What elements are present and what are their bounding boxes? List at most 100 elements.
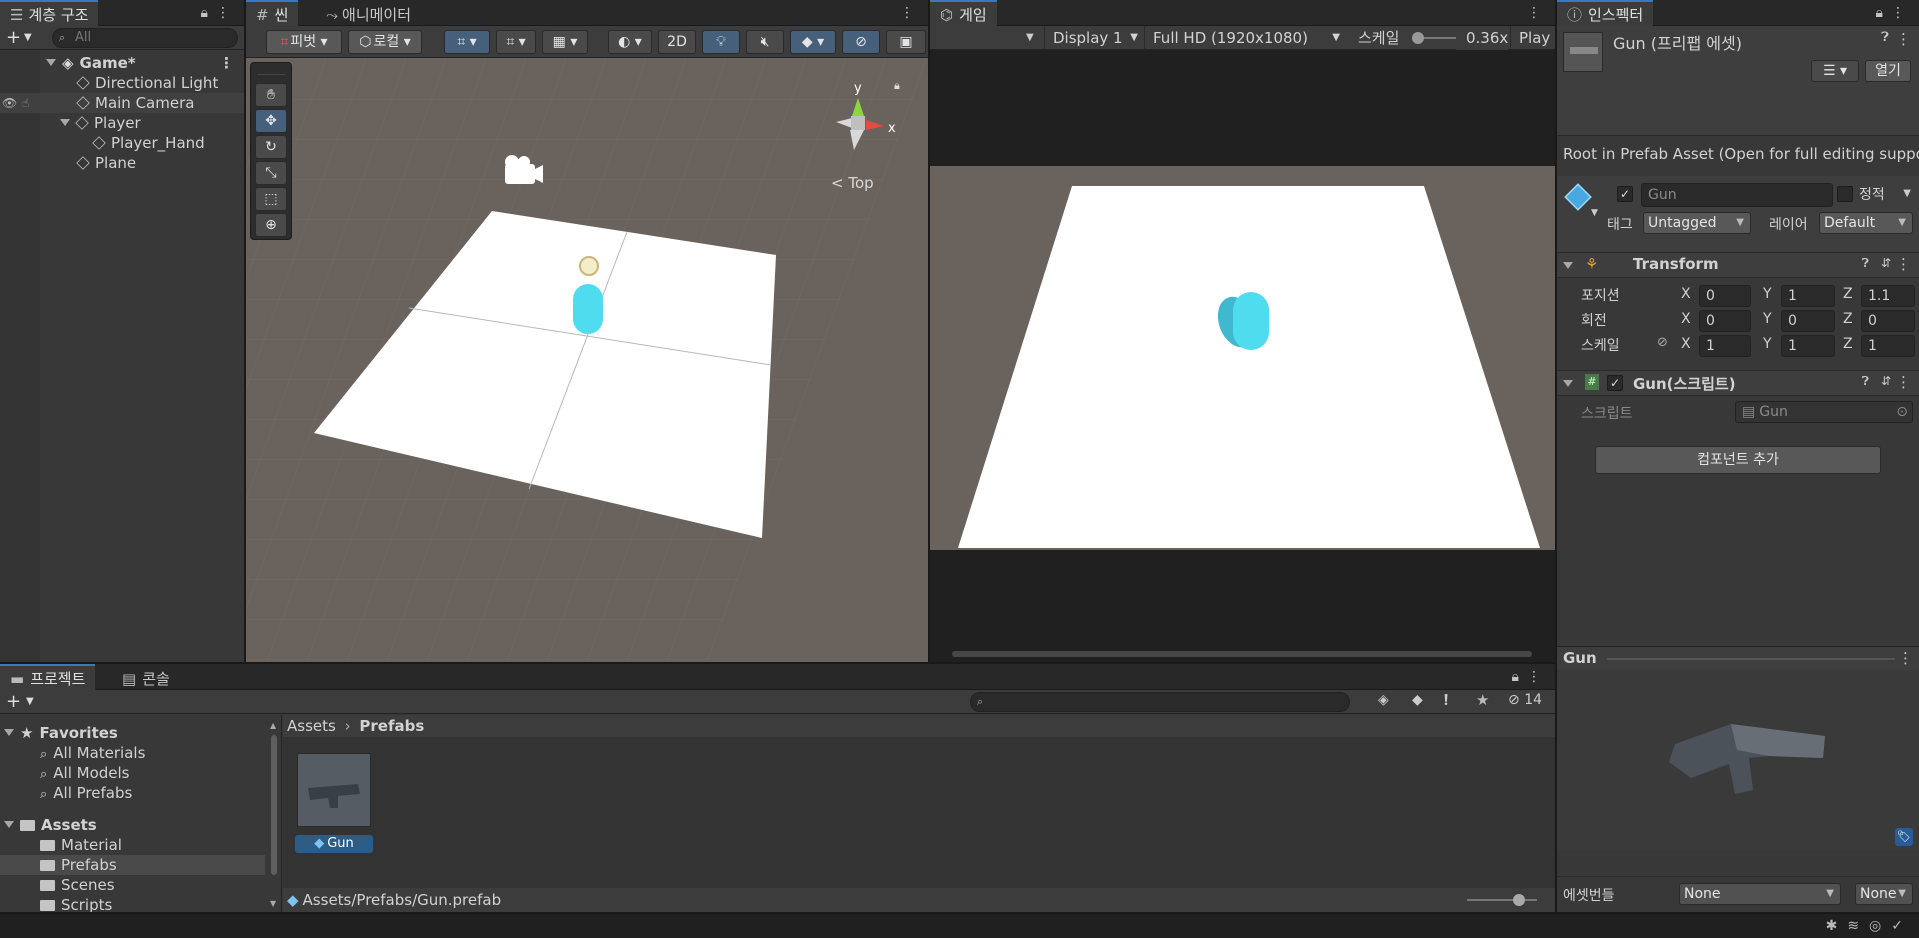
tab-animator[interactable]: ⤳ 애니메이터 [316,0,421,26]
script-enabled-checkbox[interactable]: ✓ [1607,375,1623,391]
list-item[interactable]: Scenes [0,875,281,895]
tab-console[interactable]: ▤ 콘솔 [112,664,180,690]
axis-x-label[interactable]: X [1681,311,1691,327]
hierarchy-search-input[interactable]: ⌕ All [52,28,238,48]
list-item[interactable]: Player_Hand [0,133,244,153]
lock-icon[interactable]: 🔒︎ [201,5,216,21]
chevron-down-icon[interactable]: ▼ [24,26,32,50]
lock-icon[interactable]: 🔒︎ [1876,5,1891,21]
scene-tab-icons[interactable]: ⋮ [900,0,922,26]
kebab-menu-icon[interactable]: ⋮ [1896,30,1911,48]
tag-dropdown[interactable]: Untagged ▼ [1643,212,1751,234]
game-horizontal-scrollbar[interactable] [952,651,1532,657]
overlay-drag-handle[interactable] [257,65,285,75]
object-name-field[interactable]: Gun [1641,183,1833,207]
lock-icon[interactable]: 🔒︎ [1512,669,1527,685]
list-item[interactable]: Player [0,113,244,133]
kebab-menu-icon[interactable]: ⋮ [1896,255,1911,273]
pivot-dropdown[interactable]: ⌗ 피벗 ▾ [266,30,342,54]
hand-tool-button[interactable]: ✋︎ [255,83,287,107]
search-by-type-icon[interactable]: ◈ [1378,692,1389,708]
kebab-menu-icon[interactable]: ⋮ [219,53,234,73]
audio-toggle[interactable]: 🔇︎ [746,30,784,54]
list-item[interactable]: Directional Light [0,73,244,93]
inspector-tab-icons[interactable]: 🔒︎⋮ [1876,0,1913,26]
add-icon[interactable]: + [6,690,21,714]
scrollbar-thumb[interactable] [271,735,277,875]
expand-arrow-icon[interactable] [1563,380,1573,387]
display-dropdown[interactable]: Display 1 ▼ [1044,26,1142,50]
warning-filter-icon[interactable]: ❗︎ [1444,691,1448,709]
kebab-menu-icon[interactable]: ⋮ [1527,669,1549,685]
position-x-field[interactable]: 0 [1699,285,1751,307]
help-icon[interactable]: ❓︎ [1862,256,1869,271]
tab-hierarchy[interactable]: ☰ 계층 구조 [0,0,99,26]
player-capsule[interactable] [573,284,603,334]
gizmo-view-label[interactable]: < Top [831,174,874,192]
kebab-menu-icon[interactable]: ⋮ [216,5,238,21]
asset-bundle-dropdown[interactable]: None ▼ [1679,883,1841,905]
hierarchy-tab-icons[interactable]: 🔒︎⋮ [201,0,238,26]
check-circle-icon[interactable]: ✓ [1891,918,1913,934]
preview-area[interactable]: 🏷︎ [1557,670,1919,850]
script-component-header[interactable]: # ✓ Gun(스크립트) ❓︎ ⇵ ⋮ [1557,370,1919,396]
gizmo-lock-icon[interactable]: 🔒︎ [894,79,900,92]
help-icon[interactable]: ❓︎ [1862,374,1869,389]
axis-x-label[interactable]: X [1681,336,1691,352]
thumbnail-size-slider[interactable] [1467,894,1537,906]
scale-slider-thumb[interactable] [1412,32,1424,44]
shading-mode-button[interactable]: ◐ ▾ [608,30,652,54]
debug-icon[interactable]: ✱ [1826,918,1848,934]
transform-tool-button[interactable]: ⊕ [255,213,287,237]
chevron-down-icon[interactable]: ▼ [1903,188,1911,199]
position-y-field[interactable]: 1 [1781,285,1835,307]
list-item[interactable]: Material [0,835,281,855]
camera-settings-button[interactable]: ▣ [886,30,926,54]
position-z-field[interactable]: 1.1 [1861,285,1915,307]
open-prefab-button[interactable]: 열기 [1865,60,1911,82]
resolution-dropdown[interactable]: Full HD (1920x1080) ▼ [1144,26,1344,50]
effects-dropdown[interactable]: ◆ ▾ [790,30,836,54]
game-mode-dropdown[interactable]: ▼ [1026,26,1034,50]
kebab-menu-icon[interactable]: ⋮ [900,5,922,21]
project-search-input[interactable]: ⌕ [970,692,1350,712]
list-item[interactable]: ⌕ All Models [0,763,281,783]
eye-icon[interactable]: 👁︎ [2,93,17,113]
game-viewport[interactable] [930,166,1555,550]
static-checkbox[interactable] [1837,186,1853,202]
tab-game[interactable]: ⌬ 게임 [930,0,997,26]
chevron-down-icon[interactable]: ▼ [26,690,34,714]
preview-header[interactable]: Gun ⋮ [1557,646,1919,670]
grid-snapping-button[interactable]: ⌗ ▾ [444,30,490,54]
breadcrumb-current[interactable]: Prefabs [359,717,424,735]
help-icon[interactable]: ❓︎ [1881,30,1889,45]
expand-arrow-icon[interactable] [1563,262,1573,269]
expand-arrow-icon[interactable] [4,821,14,828]
add-component-button[interactable]: 컴포넌트 추가 [1595,446,1881,474]
play-focused-dropdown[interactable]: Play F [1510,26,1555,50]
network-icon[interactable]: ◎ [1869,918,1891,934]
object-picker-icon[interactable]: ⊙ [1896,402,1908,422]
preset-icon[interactable]: ⇵ [1881,256,1891,270]
scale-y-field[interactable]: 1 [1781,335,1835,357]
add-icon[interactable]: + [6,26,21,50]
kebab-menu-icon[interactable]: ⋮ [1896,373,1911,391]
scroll-down-arrow-icon[interactable]: ▼ [270,899,276,908]
move-tool-button[interactable]: ✥ [255,109,287,133]
preview-drag-bar[interactable] [1607,658,1895,660]
expand-arrow-icon[interactable] [4,729,14,736]
directional-light-gizmo[interactable] [579,256,599,276]
tab-project[interactable]: ▬ 프로젝트 [0,664,96,690]
scale-x-field[interactable]: 1 [1699,335,1751,357]
asset-tile[interactable]: ◆ Gun [295,753,373,853]
rotate-tool-button[interactable]: ↻ [255,135,287,159]
search-by-label-icon[interactable]: ◆ [1412,692,1423,708]
chevron-down-icon[interactable]: ▼ [1591,208,1598,218]
rotation-y-field[interactable]: 0 [1781,310,1835,332]
rotation-x-field[interactable]: 0 [1699,310,1751,332]
rect-tool-button[interactable]: ⬚ [255,187,287,211]
toggle-2d-button[interactable]: 2D [658,30,696,54]
expand-arrow-icon[interactable] [46,59,56,66]
constrain-proportions-icon[interactable]: ⊘ [1657,335,1668,350]
breadcrumb-root[interactable]: Assets [287,717,336,735]
